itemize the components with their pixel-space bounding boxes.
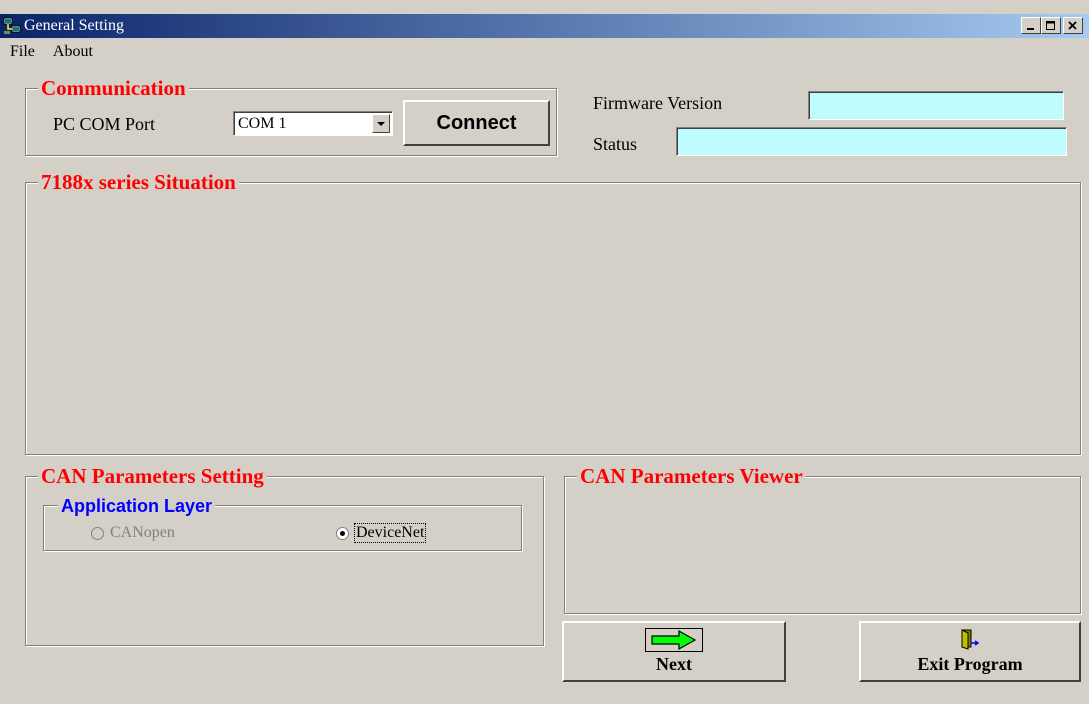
menu-bar: File About xyxy=(0,40,101,64)
menu-about[interactable]: About xyxy=(43,40,101,64)
com-port-value: COM 1 xyxy=(238,115,287,132)
application-layer-group: Application Layer CANopen DeviceNet xyxy=(43,494,522,551)
radio-canopen-dot xyxy=(91,526,104,540)
connect-label: Connect xyxy=(436,111,517,134)
radio-selected-icon xyxy=(340,530,345,536)
maximize-icon xyxy=(1046,20,1055,30)
window-title: General Setting xyxy=(24,17,124,34)
right-arrow-icon xyxy=(645,628,703,652)
maximize-button[interactable] xyxy=(1041,17,1061,34)
connect-button[interactable]: Connect xyxy=(403,100,550,146)
network-icon xyxy=(3,17,21,34)
minimize-button[interactable] xyxy=(1021,17,1041,34)
can-viewer-legend: CAN Parameters Viewer xyxy=(577,464,806,488)
status-label: Status xyxy=(593,134,638,154)
dropdown-button[interactable] xyxy=(372,114,390,133)
communication-group: Communication PC COM Port COM 1 Connect xyxy=(25,76,557,156)
radio-canopen-label: CANopen xyxy=(110,524,175,541)
chevron-down-icon xyxy=(377,121,385,126)
firmware-label: Firmware Version xyxy=(593,93,723,113)
can-setting-group: CAN Parameters Setting Application Layer… xyxy=(25,464,544,646)
situation-group: 7188x series Situation xyxy=(25,170,1081,455)
status-field xyxy=(676,127,1067,156)
com-port-select[interactable]: COM 1 xyxy=(233,111,393,136)
title-bar[interactable]: General Setting xyxy=(0,14,1089,38)
next-label: Next xyxy=(656,654,692,674)
communication-legend: Communication xyxy=(38,76,189,100)
radio-devicenet[interactable]: DeviceNet xyxy=(336,523,427,543)
close-button[interactable] xyxy=(1063,17,1083,34)
next-button[interactable]: Next xyxy=(562,621,786,682)
can-setting-legend: CAN Parameters Setting xyxy=(38,464,267,488)
can-viewer-group: CAN Parameters Viewer xyxy=(564,464,1081,614)
firmware-field xyxy=(808,91,1064,120)
exit-door-icon xyxy=(961,629,980,650)
menu-file[interactable]: File xyxy=(0,40,43,64)
minimize-icon xyxy=(1027,27,1034,30)
close-icon xyxy=(1068,20,1077,30)
radio-devicenet-dot xyxy=(336,526,349,540)
application-layer-legend: Application Layer xyxy=(58,494,216,518)
radio-canopen[interactable]: CANopen xyxy=(91,524,175,542)
situation-legend: 7188x series Situation xyxy=(38,170,239,194)
exit-program-label: Exit Program xyxy=(917,654,1023,674)
com-port-label: PC COM Port xyxy=(53,114,156,134)
exit-program-button[interactable]: Exit Program xyxy=(859,621,1081,682)
main-window: General Setting File About Communication… xyxy=(0,0,1089,704)
radio-devicenet-label: DeviceNet xyxy=(353,523,427,543)
